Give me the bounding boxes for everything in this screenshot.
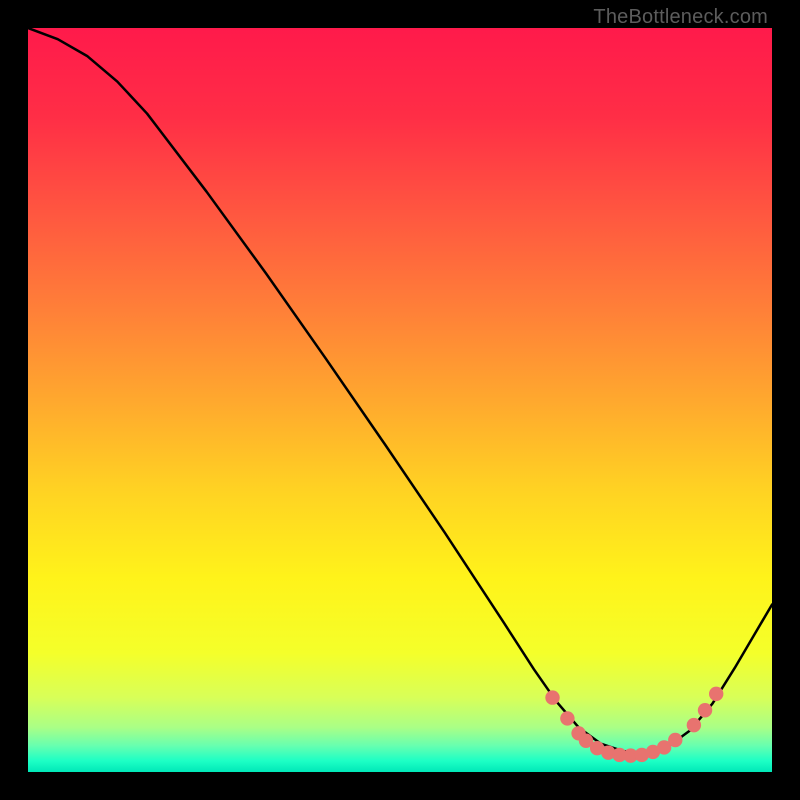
chart-canvas bbox=[28, 28, 772, 772]
data-marker bbox=[687, 718, 701, 732]
chart-frame: TheBottleneck.com bbox=[0, 0, 800, 800]
data-marker bbox=[545, 690, 559, 704]
watermark-text: TheBottleneck.com bbox=[593, 6, 768, 29]
data-marker bbox=[668, 733, 682, 747]
bottleneck-curve bbox=[28, 28, 772, 753]
data-marker bbox=[698, 703, 712, 717]
data-marker bbox=[560, 711, 574, 725]
marker-group bbox=[545, 687, 723, 763]
plot-area bbox=[28, 28, 772, 772]
data-marker bbox=[709, 687, 723, 701]
